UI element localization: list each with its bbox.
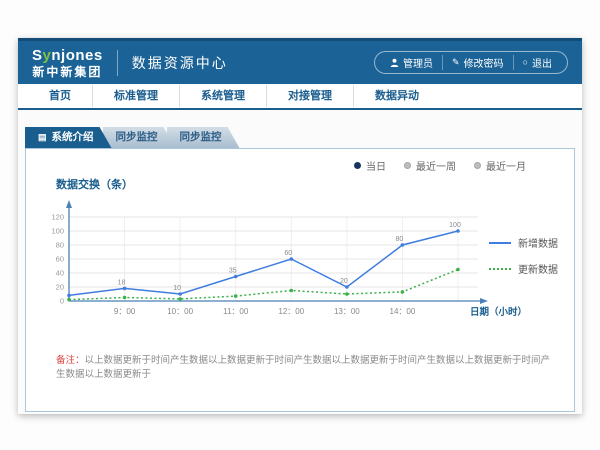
chart-panel: 当日最近一周最近一月 数据交换（条） 2040608010012009：0010… [25,148,575,412]
tab-1[interactable]: 同步监控 [103,127,176,148]
svg-text:35: 35 [229,268,237,275]
footnote-label: 备注： [56,355,85,366]
radio-option-0[interactable]: 当日 [354,158,386,173]
svg-text:日期（小时）: 日期（小时） [470,306,527,318]
company-logo[interactable]: Synjones 新中新集团 [32,48,103,78]
logo-en: Synjones [32,48,103,63]
app-window: Synjones 新中新集团 数据资源中心 管理员 ✎ 修改密码 ○ 退出 首页… [18,38,582,414]
svg-text:60: 60 [284,250,292,257]
radio-icon [474,162,481,169]
page-title: 数据资源中心 [132,53,228,73]
svg-text:100: 100 [51,227,64,236]
svg-text:20: 20 [56,283,64,292]
line-chart: 20 40 60 80 100 120 0 9：00 10：00 11：00 12：00 13：00 1… [38,189,538,367]
svg-text:12：00: 12：00 [278,307,304,316]
radio-selected-icon [354,162,361,169]
svg-text:11：00: 11：00 [223,307,249,316]
main-nav: 首页标准管理系统管理对接管理数据异动 [18,84,582,110]
svg-text:80: 80 [396,236,404,243]
radio-label: 最近一周 [416,158,456,173]
footnote: 备注：以上数据更新于时间产生数据以上数据更新于时间产生数据以上数据更新于时间产生… [56,354,556,383]
radio-label: 当日 [366,158,386,173]
nav-item-2[interactable]: 系统管理 [179,85,266,107]
nav-item-3[interactable]: 对接管理 [266,85,353,107]
legend-label: 更新数据 [518,261,558,276]
tab-bar: ▤系统介绍同步监控同步监控 [25,127,231,148]
svg-text:100: 100 [449,222,461,229]
radio-option-1[interactable]: 最近一周 [404,158,456,173]
radio-label: 最近一月 [486,158,526,173]
svg-text:60: 60 [56,255,64,264]
svg-text:10：00: 10：00 [167,307,193,316]
nav-item-1[interactable]: 标准管理 [92,85,179,107]
svg-text:18: 18 [118,279,126,286]
user-icon [390,58,399,67]
svg-text:10: 10 [173,285,181,292]
logout-button[interactable]: ○ 退出 [513,55,561,70]
legend-label: 新增数据 [518,235,558,250]
chart-legend: 新增数据更新数据 [489,235,558,287]
user-menu[interactable]: 管理员 [381,55,442,70]
logo-cn: 新中新集团 [32,66,103,78]
legend-line-sample [489,242,511,244]
radio-option-2[interactable]: 最近一月 [474,158,526,173]
legend-line-sample [489,268,511,270]
change-password-button[interactable]: ✎ 修改密码 [442,55,513,70]
header-divider [117,50,118,76]
tab-label: 同步监控 [180,131,222,143]
footnote-text: 以上数据更新于时间产生数据以上数据更新于时间产生数据以上数据更新于时间产生数据以… [56,355,550,380]
svg-text:20: 20 [340,278,348,285]
nav-item-4[interactable]: 数据异动 [353,85,440,107]
tab-label: 系统介绍 [52,127,94,148]
edit-icon: ✎ [452,58,460,67]
document-icon: ▤ [38,127,47,148]
tab-0[interactable]: ▤系统介绍 [25,127,112,148]
svg-text:0: 0 [60,297,64,306]
content-area: ▤系统介绍同步监控同步监控 当日最近一周最近一月 数据交换（条） 2040608… [18,110,582,414]
power-icon: ○ [523,58,528,67]
svg-text:80: 80 [56,241,64,250]
svg-text:40: 40 [56,269,64,278]
svg-text:120: 120 [51,213,64,222]
user-toolbar: 管理员 ✎ 修改密码 ○ 退出 [374,51,568,74]
app-header: Synjones 新中新集团 数据资源中心 管理员 ✎ 修改密码 ○ 退出 [18,38,582,84]
tab-2[interactable]: 同步监控 [167,127,240,148]
svg-text:14：00: 14：00 [390,307,416,316]
legend-item-0[interactable]: 新增数据 [489,235,558,250]
nav-item-0[interactable]: 首页 [28,85,92,107]
svg-text:9：00: 9：00 [114,307,136,316]
svg-text:13：00: 13：00 [334,307,360,316]
legend-item-1[interactable]: 更新数据 [489,261,558,276]
radio-icon [404,162,411,169]
time-range-filter: 当日 最近一周 最近一月 [354,158,526,173]
tab-label: 同步监控 [116,131,158,143]
